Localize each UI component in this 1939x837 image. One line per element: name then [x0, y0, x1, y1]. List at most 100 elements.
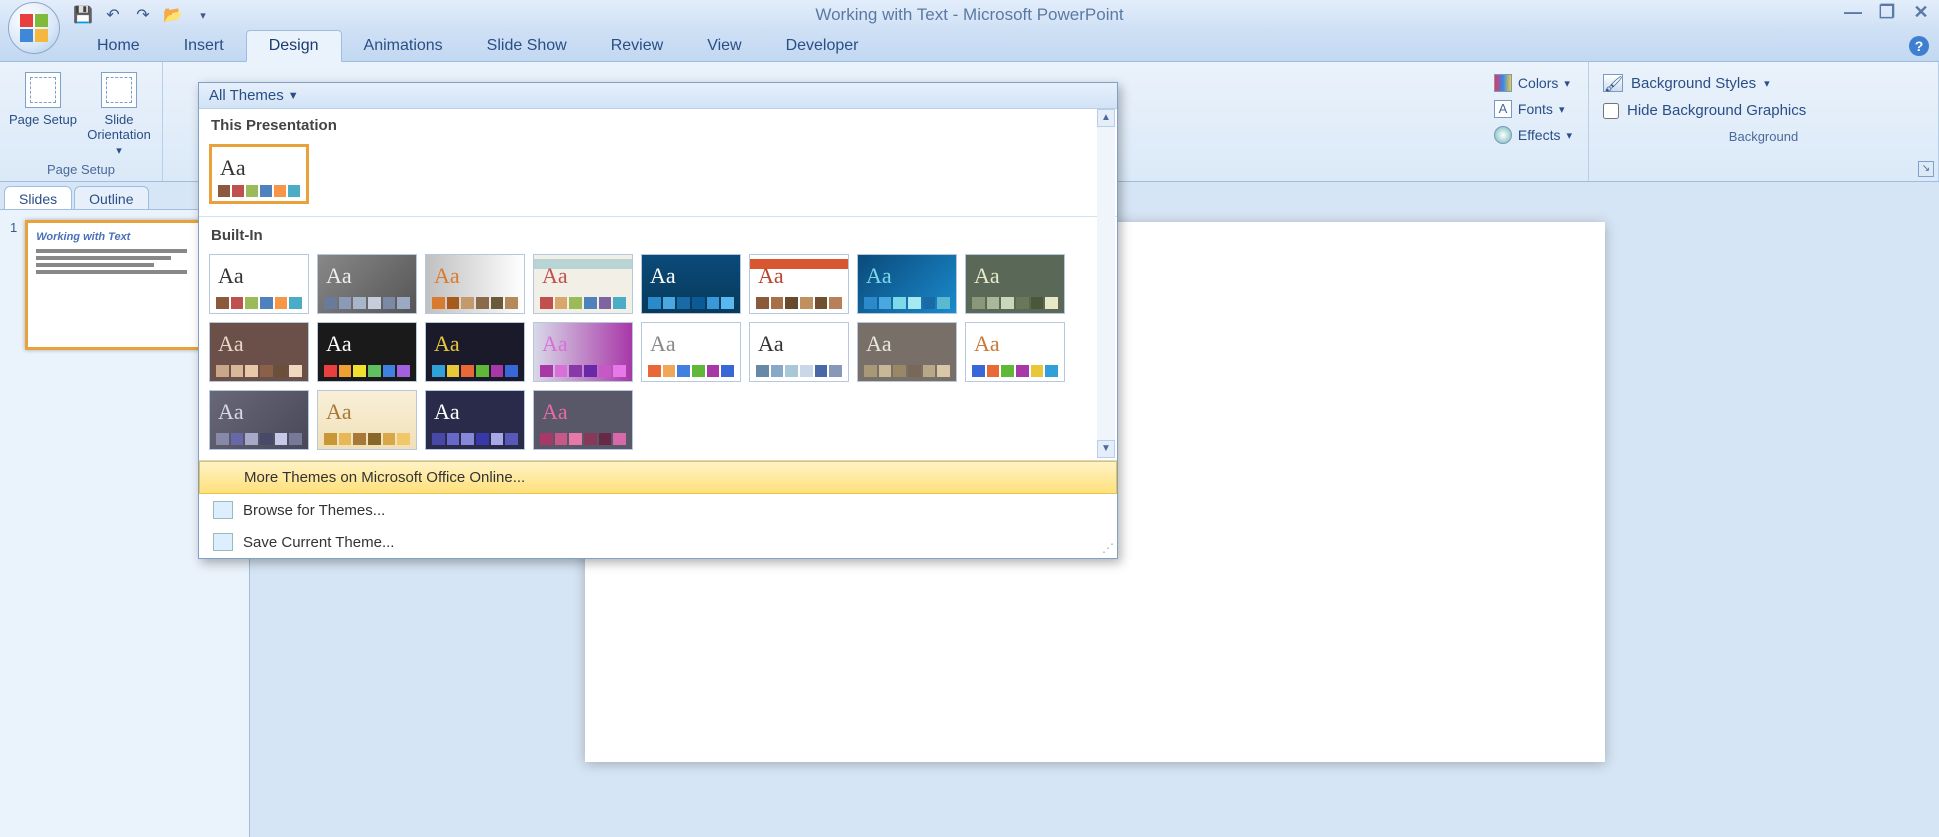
themes-panel-menu: More Themes on Microsoft Office Online..… [199, 460, 1117, 558]
office-button[interactable] [8, 2, 60, 54]
save-current-theme-label: Save Current Theme... [243, 534, 394, 551]
qat-customize-icon[interactable]: ▾ [190, 2, 216, 28]
group-label-background: Background [1597, 127, 1930, 146]
theme-swatch [648, 297, 734, 309]
scroll-down-icon[interactable]: ▼ [1097, 440, 1115, 458]
browse-for-themes-label: Browse for Themes... [243, 502, 385, 519]
tab-slide-show[interactable]: Slide Show [465, 31, 589, 61]
group-background: 🖌 Background Styles Hide Background Grap… [1589, 62, 1939, 181]
theme-aa-icon: Aa [434, 399, 460, 425]
colors-icon [1494, 74, 1512, 92]
pane-tab-outline[interactable]: Outline [74, 186, 148, 209]
tab-developer[interactable]: Developer [764, 31, 881, 61]
theme-thumbnail[interactable]: Aa [749, 254, 849, 314]
theme-aa-icon: Aa [434, 331, 460, 357]
tab-animations[interactable]: Animations [342, 31, 465, 61]
help-icon[interactable]: ? [1909, 36, 1929, 56]
group-page-setup: Page Setup Slide Orientation Page Setup [0, 62, 163, 181]
undo-icon[interactable]: ↶ [100, 2, 126, 28]
theme-aa-icon: Aa [866, 263, 892, 289]
hide-bg-graphics-checkbox[interactable] [1603, 103, 1619, 119]
maximize-button[interactable]: ❐ [1875, 2, 1899, 22]
theme-thumbnail[interactable]: Aa [209, 144, 309, 204]
theme-swatch [218, 185, 300, 197]
background-styles-label: Background Styles [1631, 75, 1756, 92]
ribbon-tab-strip: Home Insert Design Animations Slide Show… [0, 30, 1939, 62]
background-dialog-launcher[interactable]: ↘ [1918, 161, 1934, 177]
theme-thumbnail[interactable]: Aa [317, 322, 417, 382]
tab-design[interactable]: Design [246, 30, 342, 62]
tab-insert[interactable]: Insert [162, 31, 246, 61]
theme-aa-icon: Aa [326, 263, 352, 289]
page-setup-button[interactable]: Page Setup [8, 66, 78, 127]
theme-aa-icon: Aa [866, 331, 892, 357]
tab-home[interactable]: Home [75, 31, 162, 61]
theme-colors-button[interactable]: Colors [1490, 72, 1576, 94]
theme-aa-icon: Aa [974, 263, 1000, 289]
redo-icon[interactable]: ↷ [130, 2, 156, 28]
hide-bg-graphics-check[interactable]: Hide Background Graphics [1603, 102, 1924, 119]
theme-fonts-button[interactable]: A Fonts [1490, 98, 1576, 120]
save-icon[interactable]: 💾 [70, 2, 96, 28]
theme-swatch [540, 433, 626, 445]
theme-thumbnail[interactable]: Aa [857, 322, 957, 382]
theme-aa-icon: Aa [434, 263, 460, 289]
theme-effects-label: Effects [1518, 127, 1561, 143]
section-built-in: Built-In [199, 219, 1117, 248]
themes-panel-header-label: All Themes [209, 87, 284, 104]
theme-aa-icon: Aa [218, 331, 244, 357]
scroll-up-icon[interactable]: ▲ [1097, 109, 1115, 127]
theme-swatch [756, 365, 842, 377]
panel-divider [199, 216, 1117, 217]
theme-thumbnail[interactable]: Aa [641, 254, 741, 314]
resize-grip-icon[interactable]: ⋰ [1102, 541, 1114, 555]
theme-swatch [324, 297, 410, 309]
themes-panel-header[interactable]: All Themes ▼ [199, 83, 1117, 109]
theme-thumbnail[interactable]: Aa [965, 322, 1065, 382]
theme-effects-button[interactable]: Effects [1490, 124, 1576, 146]
background-styles-button[interactable]: 🖌 Background Styles [1603, 74, 1924, 92]
theme-thumbnail[interactable]: Aa [425, 390, 525, 450]
theme-thumbnail[interactable]: Aa [209, 254, 309, 314]
theme-swatch [216, 297, 302, 309]
theme-thumbnail[interactable]: Aa [641, 322, 741, 382]
background-styles-icon: 🖌 [1603, 74, 1623, 92]
theme-thumbnail[interactable]: Aa [533, 390, 633, 450]
theme-thumbnail[interactable]: Aa [533, 322, 633, 382]
group-label-page-setup: Page Setup [8, 160, 154, 179]
themes-gallery-panel: All Themes ▼ This Presentation Aa Built-… [198, 82, 1118, 559]
theme-thumbnail[interactable]: Aa [317, 390, 417, 450]
theme-swatch [648, 365, 734, 377]
close-button[interactable]: ✕ [1909, 2, 1933, 22]
theme-thumbnail[interactable]: Aa [209, 390, 309, 450]
scroll-track[interactable] [1097, 127, 1115, 440]
theme-swatch [972, 365, 1058, 377]
theme-thumbnail[interactable]: Aa [965, 254, 1065, 314]
pane-tab-slides[interactable]: Slides [4, 186, 72, 209]
theme-thumbnail[interactable]: Aa [533, 254, 633, 314]
theme-thumbnail[interactable]: Aa [749, 322, 849, 382]
theme-swatch [216, 433, 302, 445]
app-title: Working with Text - Microsoft PowerPoint [0, 5, 1939, 25]
theme-swatch [432, 365, 518, 377]
themes-scrollbar[interactable]: ▲ ▼ [1097, 109, 1115, 458]
theme-thumbnail[interactable]: Aa [317, 254, 417, 314]
thumbnail-number: 1 [10, 220, 17, 350]
tab-view[interactable]: View [685, 31, 763, 61]
theme-fonts-label: Fonts [1518, 101, 1553, 117]
fonts-icon: A [1494, 100, 1512, 118]
minimize-button[interactable]: — [1841, 2, 1865, 22]
theme-thumbnail[interactable]: Aa [425, 254, 525, 314]
save-current-theme-item[interactable]: Save Current Theme... [199, 526, 1117, 558]
slide-orientation-button[interactable]: Slide Orientation [84, 66, 154, 157]
more-themes-online-item[interactable]: More Themes on Microsoft Office Online..… [199, 461, 1117, 494]
browse-for-themes-item[interactable]: Browse for Themes... [199, 494, 1117, 526]
theme-swatch [540, 297, 626, 309]
theme-thumbnail[interactable]: Aa [209, 322, 309, 382]
theme-thumbnail[interactable]: Aa [857, 254, 957, 314]
open-icon[interactable]: 📂 [160, 2, 186, 28]
theme-thumbnail[interactable]: Aa [425, 322, 525, 382]
tab-review[interactable]: Review [589, 31, 685, 61]
quick-access-toolbar: 💾 ↶ ↷ 📂 ▾ [70, 2, 216, 28]
window-controls: — ❐ ✕ [1841, 2, 1933, 22]
